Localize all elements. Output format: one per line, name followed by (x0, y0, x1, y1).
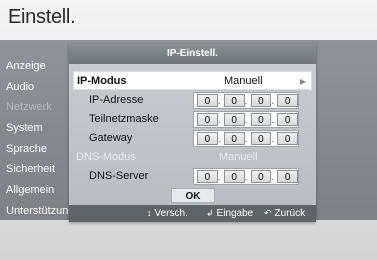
chevron-right-icon: ▶ (299, 77, 306, 86)
ip-address-octet-1[interactable]: 0 (197, 94, 218, 107)
subnet-octet-2[interactable]: 0 (223, 113, 245, 126)
dialog-title: IP-Einstell. (69, 44, 316, 64)
octet-separator: . (244, 171, 248, 182)
menu-item-general[interactable]: Allgemein (6, 180, 68, 201)
ok-button[interactable]: OK (171, 188, 215, 203)
back-hint: ↶ Zurück (264, 205, 305, 222)
dns-mode-value: Manuell (219, 151, 258, 163)
move-hint-label: Versch. (154, 208, 188, 219)
ip-address-octet-4[interactable]: 0 (277, 94, 299, 107)
gateway-field[interactable]: 0. 0. 0. 0 (193, 130, 299, 147)
gateway-octet-3[interactable]: 0 (250, 132, 272, 145)
subnet-octet-1[interactable]: 0 (197, 113, 218, 126)
gateway-octet-1[interactable]: 0 (197, 132, 218, 145)
octet-separator: . (271, 171, 275, 182)
dns-server-octet-3[interactable]: 0 (250, 170, 272, 183)
octet-separator: . (218, 171, 221, 182)
octet-separator: . (218, 114, 221, 125)
menu-item-display[interactable]: Anzeige (6, 56, 68, 77)
dns-server-octet-1[interactable]: 0 (197, 170, 218, 183)
subnet-field[interactable]: 0. 0. 0. 0 (193, 111, 299, 128)
menu-item-network[interactable]: Netzwerk (6, 97, 68, 118)
ip-settings-dialog: IP-Einstell. IP-Modus Manuell ▶ IP-Adres… (69, 44, 316, 222)
ip-address-row: IP-Adresse 0. 0. 0. 0 (69, 91, 316, 110)
move-hint: ↕ Versch. (147, 205, 188, 222)
up-down-arrows-icon: ↕ (147, 208, 152, 218)
subnet-octet-3[interactable]: 0 (250, 113, 272, 126)
dns-server-octet-4[interactable]: 0 (277, 170, 299, 183)
settings-menu: Anzeige Audio Netzwerk System Sprache Si… (6, 56, 68, 222)
ip-mode-value: Manuell (224, 75, 263, 87)
dns-server-field[interactable]: 0. 0. 0. 0 (193, 168, 299, 185)
enter-icon: ↲ (206, 208, 214, 218)
octet-separator: . (218, 133, 221, 144)
gateway-octet-4[interactable]: 0 (277, 132, 299, 145)
ip-address-label: IP-Adresse (89, 94, 144, 106)
enter-hint: ↲ Eingabe (206, 205, 253, 222)
menu-item-system[interactable]: System (6, 118, 68, 139)
menu-item-security[interactable]: Sicherheit (6, 159, 68, 180)
ip-address-field[interactable]: 0. 0. 0. 0 (193, 92, 299, 109)
subnet-label: Teilnetzmaske (89, 113, 159, 125)
return-icon: ↶ (264, 208, 272, 218)
octet-separator: . (218, 95, 221, 106)
octet-separator: . (271, 114, 275, 125)
subnet-row: Teilnetzmaske 0. 0. 0. 0 (69, 110, 316, 129)
ip-mode-label: IP-Modus (77, 75, 127, 87)
dns-mode-label: DNS-Modus (76, 151, 136, 163)
menu-item-support[interactable]: Unterstützung (6, 201, 68, 222)
menu-item-audio[interactable]: Audio (6, 77, 68, 98)
page-title: Einstell. (8, 6, 76, 28)
ip-address-octet-3[interactable]: 0 (250, 94, 272, 107)
back-hint-label: Zurück (274, 208, 306, 219)
menu-item-language[interactable]: Sprache (6, 139, 68, 160)
dns-server-row: DNS-Server 0. 0. 0. 0 (69, 167, 316, 186)
octet-separator: . (271, 95, 275, 106)
ip-address-octet-2[interactable]: 0 (223, 94, 245, 107)
dialog-footer: ↕ Versch. ↲ Eingabe ↶ Zurück (69, 205, 316, 222)
octet-separator: . (244, 95, 248, 106)
gateway-row: Gateway 0. 0. 0. 0 (69, 129, 316, 148)
ip-mode-row[interactable]: IP-Modus Manuell ▶ (73, 71, 312, 90)
octet-separator: . (271, 133, 275, 144)
enter-hint-label: Eingabe (216, 208, 254, 219)
octet-separator: . (244, 114, 248, 125)
dns-mode-row[interactable]: DNS-Modus Manuell (69, 148, 316, 167)
dns-server-octet-2[interactable]: 0 (223, 170, 245, 183)
subnet-octet-4[interactable]: 0 (277, 113, 299, 126)
octet-separator: . (244, 133, 248, 144)
dns-server-label: DNS-Server (89, 170, 149, 182)
gateway-octet-2[interactable]: 0 (223, 132, 245, 145)
gateway-label: Gateway (89, 132, 133, 144)
